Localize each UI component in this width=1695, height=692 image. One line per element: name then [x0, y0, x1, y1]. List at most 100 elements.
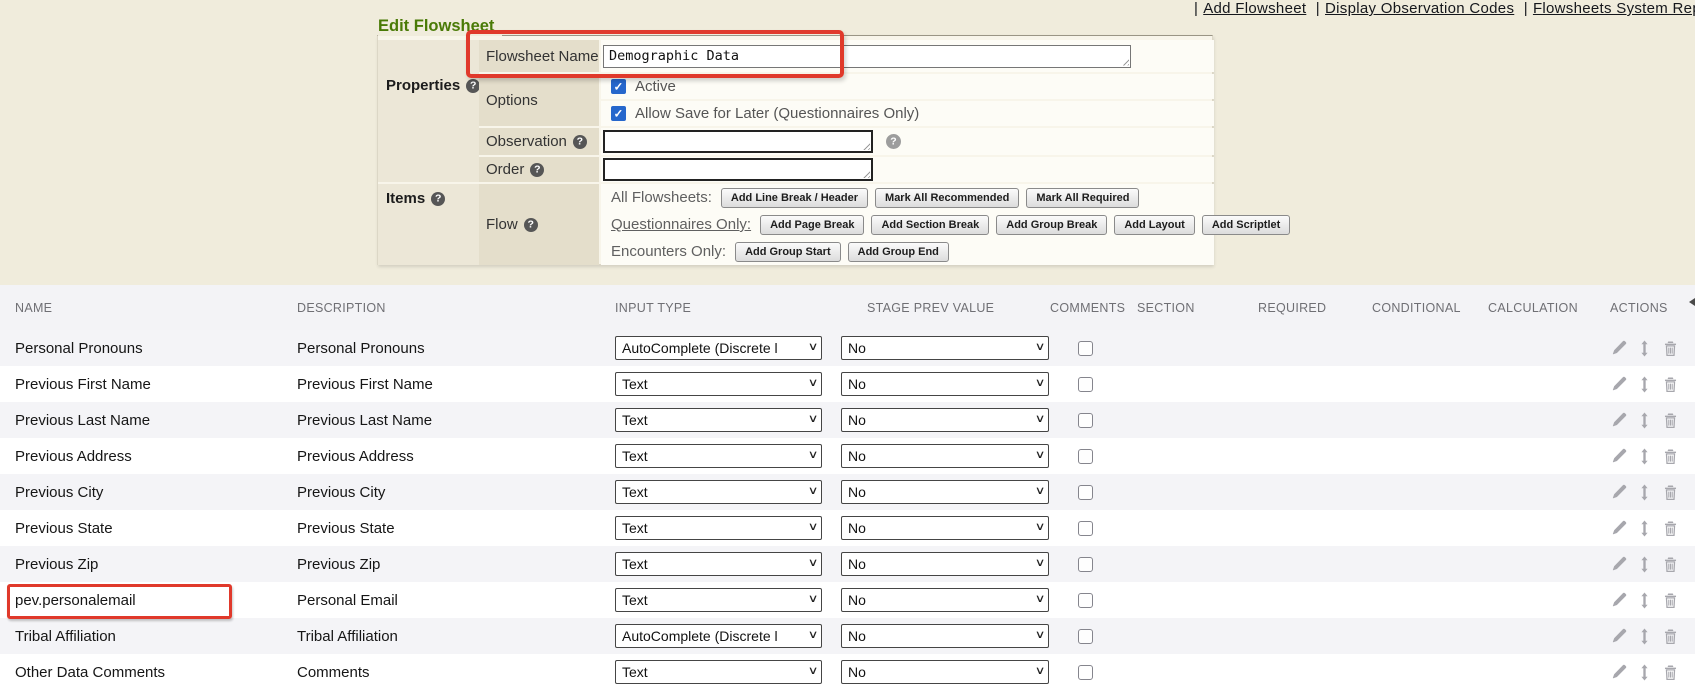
- section-cell: [1137, 330, 1258, 366]
- stage-prev-value-select[interactable]: No: [841, 588, 1049, 612]
- help-icon[interactable]: [886, 134, 901, 149]
- resize-handle-icon[interactable]: [1120, 57, 1129, 66]
- chevron-down-icon: [1035, 342, 1046, 353]
- trash-icon[interactable]: [1662, 628, 1679, 645]
- column-header-required: REQUIRED: [1258, 285, 1372, 330]
- input-type-select[interactable]: Text: [615, 444, 822, 468]
- pencil-icon[interactable]: [1610, 448, 1627, 465]
- up-down-arrow-icon[interactable]: [1636, 592, 1653, 609]
- calculation-cell: [1488, 510, 1610, 546]
- comments-checkbox[interactable]: [1078, 485, 1093, 500]
- flow-action-button[interactable]: Mark All Recommended: [875, 188, 1019, 208]
- input-type-select[interactable]: Text: [615, 372, 822, 396]
- input-type-select[interactable]: Text: [615, 588, 822, 612]
- section-cell: [1137, 582, 1258, 618]
- flow-action-button[interactable]: Add Scriptlet: [1202, 215, 1290, 235]
- comments-checkbox[interactable]: [1078, 449, 1093, 464]
- up-down-arrow-icon[interactable]: [1636, 376, 1653, 393]
- required-cell: [1258, 546, 1372, 582]
- help-icon[interactable]: [530, 163, 544, 177]
- comments-checkbox[interactable]: [1078, 341, 1093, 356]
- stage-prev-value-select[interactable]: No: [841, 660, 1049, 684]
- trash-icon[interactable]: [1662, 556, 1679, 573]
- flow-action-button[interactable]: Add Section Break: [871, 215, 989, 235]
- trash-icon[interactable]: [1662, 484, 1679, 501]
- help-icon[interactable]: [524, 218, 538, 232]
- pencil-icon[interactable]: [1610, 592, 1627, 609]
- trash-icon[interactable]: [1662, 520, 1679, 537]
- input-type-select[interactable]: AutoComplete (Discrete l: [615, 624, 822, 648]
- help-icon[interactable]: [573, 135, 587, 149]
- allow-save-checkbox[interactable]: [611, 106, 626, 121]
- comments-checkbox[interactable]: [1078, 593, 1093, 608]
- flowsheet-name-input[interactable]: Demographic Data: [603, 45, 1131, 68]
- input-type-select[interactable]: AutoComplete (Discrete l: [615, 336, 822, 360]
- up-down-arrow-icon[interactable]: [1636, 664, 1653, 681]
- stage-prev-value-select[interactable]: No: [841, 480, 1049, 504]
- comments-checkbox[interactable]: [1078, 665, 1093, 680]
- calculation-cell: [1488, 618, 1610, 654]
- help-icon[interactable]: [431, 192, 445, 206]
- top-nav-link[interactable]: Add Flowsheet: [1203, 0, 1306, 17]
- pencil-icon[interactable]: [1610, 340, 1627, 357]
- comments-checkbox[interactable]: [1078, 521, 1093, 536]
- flow-action-button[interactable]: Add Page Break: [760, 215, 864, 235]
- pencil-icon[interactable]: [1610, 556, 1627, 573]
- flow-action-button[interactable]: Mark All Required: [1026, 188, 1139, 208]
- up-down-arrow-icon[interactable]: [1636, 340, 1653, 357]
- pencil-icon[interactable]: [1610, 628, 1627, 645]
- up-down-arrow-icon[interactable]: [1636, 556, 1653, 573]
- calculation-cell: [1488, 366, 1610, 402]
- flow-action-button[interactable]: Add Layout: [1114, 215, 1195, 235]
- flow-action-button[interactable]: Add Group Break: [996, 215, 1107, 235]
- flow-action-button[interactable]: Add Group End: [848, 242, 949, 262]
- input-type-select[interactable]: Text: [615, 552, 822, 576]
- stage-prev-value-select[interactable]: No: [841, 444, 1049, 468]
- up-down-arrow-icon[interactable]: [1636, 448, 1653, 465]
- section-cell: [1137, 510, 1258, 546]
- comments-checkbox[interactable]: [1078, 413, 1093, 428]
- observation-input[interactable]: [603, 130, 873, 153]
- up-down-arrow-icon[interactable]: [1636, 520, 1653, 537]
- all-flowsheets-label: All Flowsheets:: [611, 189, 712, 206]
- trash-icon[interactable]: [1662, 376, 1679, 393]
- top-nav-link[interactable]: Display Observation Codes: [1325, 0, 1514, 17]
- trash-icon[interactable]: [1662, 592, 1679, 609]
- comments-checkbox[interactable]: [1078, 557, 1093, 572]
- allow-save-checkbox-label: Allow Save for Later (Questionnaires Onl…: [635, 105, 919, 122]
- comments-checkbox[interactable]: [1078, 629, 1093, 644]
- flow-action-button[interactable]: Add Group Start: [735, 242, 841, 262]
- pencil-icon[interactable]: [1610, 376, 1627, 393]
- flow-action-button[interactable]: Add Line Break / Header: [721, 188, 868, 208]
- trash-icon[interactable]: [1662, 340, 1679, 357]
- chevron-down-icon: [1035, 414, 1046, 425]
- stage-prev-value-select[interactable]: No: [841, 552, 1049, 576]
- up-down-arrow-icon[interactable]: [1636, 412, 1653, 429]
- top-nav-link[interactable]: Flowsheets System Rep: [1533, 0, 1695, 17]
- trash-icon[interactable]: [1662, 448, 1679, 465]
- up-down-arrow-icon[interactable]: [1636, 628, 1653, 645]
- input-type-select[interactable]: Text: [615, 516, 822, 540]
- active-checkbox[interactable]: [611, 79, 626, 94]
- stage-prev-value-select[interactable]: No: [841, 624, 1049, 648]
- up-down-arrow-icon[interactable]: [1636, 484, 1653, 501]
- pencil-icon[interactable]: [1610, 520, 1627, 537]
- stage-prev-value-select[interactable]: No: [841, 408, 1049, 432]
- resize-handle-icon[interactable]: [861, 169, 870, 178]
- pencil-icon[interactable]: [1610, 412, 1627, 429]
- pencil-icon[interactable]: [1610, 664, 1627, 681]
- stage-prev-value-select[interactable]: No: [841, 336, 1049, 360]
- input-type-select[interactable]: Text: [615, 408, 822, 432]
- stage-prev-value-select[interactable]: No: [841, 372, 1049, 396]
- trash-icon[interactable]: [1662, 412, 1679, 429]
- conditional-cell: [1372, 438, 1488, 474]
- order-input[interactable]: [603, 158, 873, 181]
- pencil-icon[interactable]: [1610, 484, 1627, 501]
- resize-handle-icon[interactable]: [861, 141, 870, 150]
- observation-cell: [601, 128, 1214, 155]
- stage-prev-value-select[interactable]: No: [841, 516, 1049, 540]
- comments-checkbox[interactable]: [1078, 377, 1093, 392]
- trash-icon[interactable]: [1662, 664, 1679, 681]
- input-type-select[interactable]: Text: [615, 480, 822, 504]
- input-type-select[interactable]: Text: [615, 660, 822, 684]
